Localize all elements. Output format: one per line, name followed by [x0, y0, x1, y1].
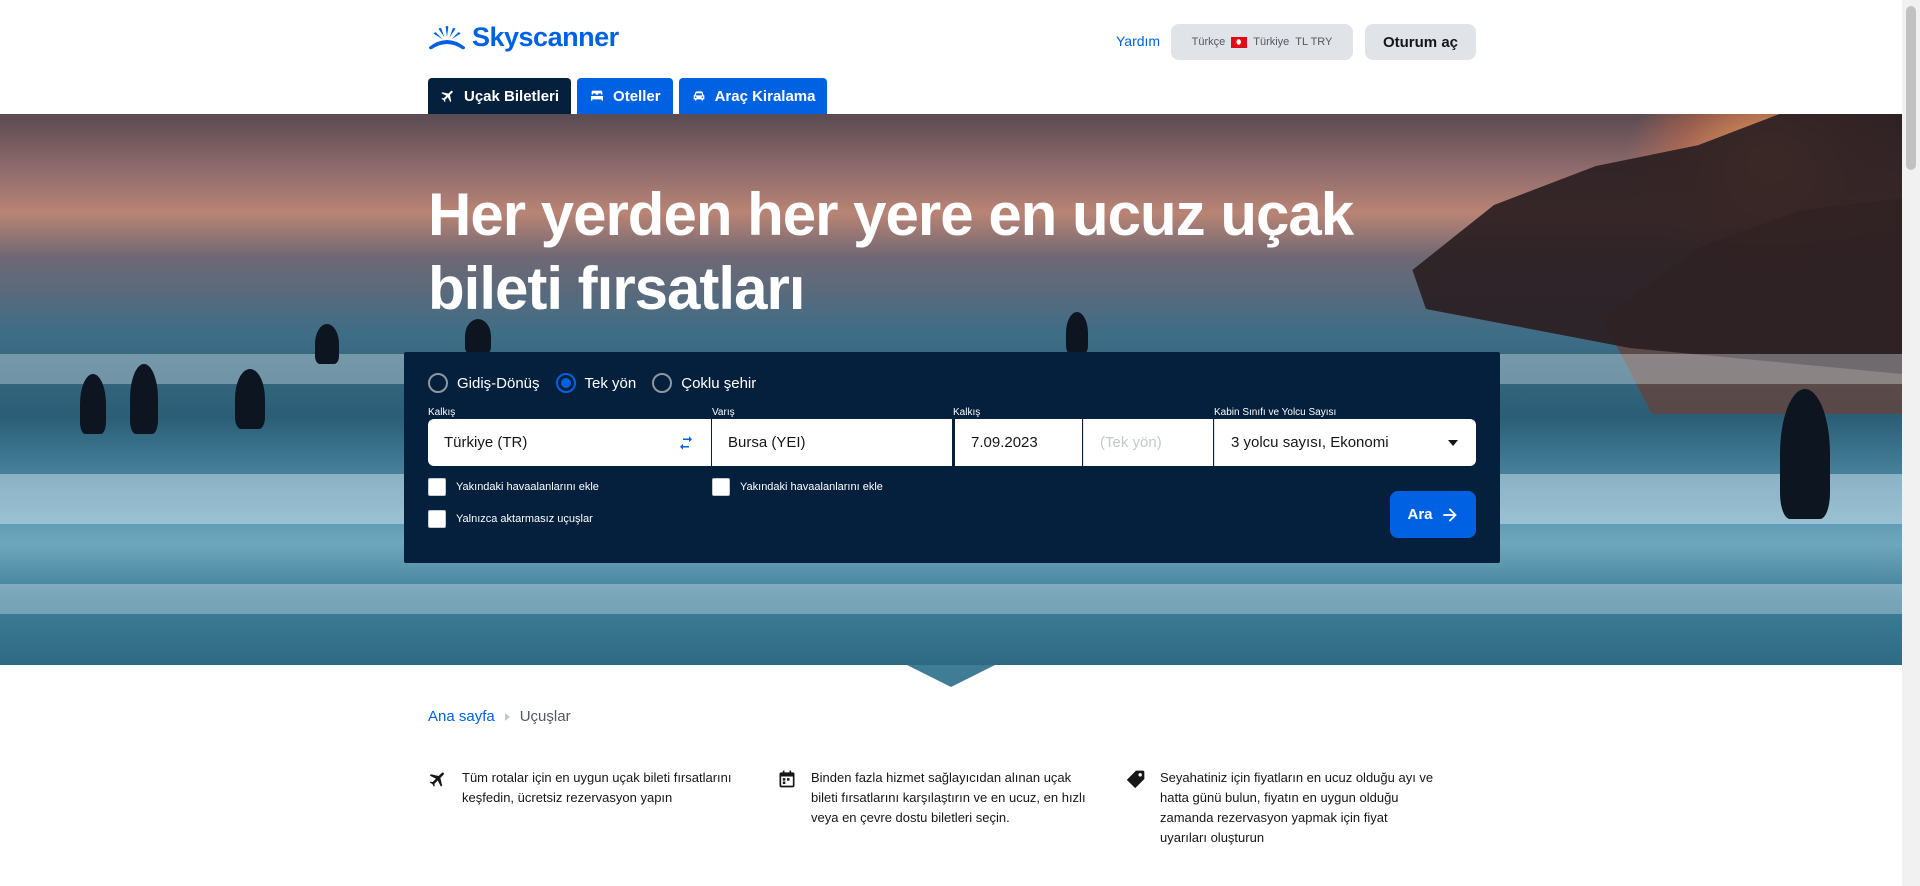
- product-tabs: Uçak Biletleri Oteller Araç Kiralama: [428, 78, 828, 114]
- cabin-value: 3 yolcu sayısı, Ekonomi: [1231, 434, 1389, 451]
- checkbox-label: Yakındaki havaalanlarını ekle: [456, 481, 599, 493]
- chevron-down-icon: [1448, 439, 1458, 446]
- radio-one-way[interactable]: [555, 373, 576, 393]
- radio-label: Çoklu şehir: [681, 374, 757, 392]
- nearby-to-checkbox[interactable]: Yakındaki havaalanlarını ekle: [712, 478, 883, 496]
- cabin-passengers-field[interactable]: 3 yolcu sayısı, Ekonomi: [1214, 419, 1476, 466]
- from-value: Türkiye (TR): [444, 434, 528, 451]
- tab-hotels[interactable]: Oteller: [577, 78, 673, 114]
- breadcrumb: Ana sayfa Uçuşlar: [428, 708, 571, 725]
- sunburst-icon: [429, 25, 465, 49]
- wave-foam: [0, 584, 1902, 614]
- radio-label: Tek yön: [584, 374, 637, 392]
- tab-label: Uçak Biletleri: [464, 87, 560, 105]
- plane-icon: [429, 772, 444, 787]
- bed-icon: [591, 90, 604, 101]
- feature-text: Seyahatiniz için fiyatların en ucuz oldu…: [1160, 770, 1434, 845]
- to-field[interactable]: Bursa (YEI): [712, 419, 952, 466]
- signin-button[interactable]: Oturum aç: [1365, 24, 1476, 60]
- feature-text: Binden fazla hizmet sağlayıcıdan alınan …: [811, 770, 1086, 825]
- country-label: Türkiye: [1253, 36, 1290, 48]
- search-button[interactable]: Ara: [1390, 491, 1476, 538]
- page-scrollbar[interactable]: [1902, 0, 1920, 886]
- to-label: Varış: [712, 407, 735, 418]
- feature-list: Tüm rotalar için en uygun uçak bileti fı…: [428, 768, 1476, 848]
- site-header: Skyscanner Yardım Türkçe Türkiye TL TRY …: [0, 0, 1902, 114]
- hero-title: Her yerden her yere en ucuz uçak bileti …: [428, 181, 1354, 322]
- return-date-field[interactable]: (Tek yön): [1083, 419, 1213, 466]
- depart-date-field[interactable]: 7.09.2023: [953, 419, 1082, 466]
- checkbox[interactable]: [712, 478, 730, 496]
- currency-label: TL TRY: [1295, 36, 1333, 48]
- trip-type-round-trip[interactable]: Gidiş-Dönüş: [428, 373, 540, 393]
- to-value: Bursa (YEI): [728, 434, 806, 451]
- cabin-label: Kabin Sınıfı ve Yolcu Sayısı: [1214, 407, 1337, 418]
- swimmer-silhouette: [1780, 389, 1830, 519]
- feature-item: Seyahatiniz için fiyatların en ucuz oldu…: [1126, 768, 1475, 848]
- scrollbar-thumb[interactable]: [1906, 6, 1916, 170]
- checkbox-label: Yakındaki havaalanlarını ekle: [740, 481, 883, 493]
- flight-search-panel: Gidiş-Dönüş Tek yön Çoklu şehir Kalkış V…: [404, 352, 1500, 563]
- radio-multi-city[interactable]: [652, 373, 673, 393]
- breadcrumb-separator-icon: [504, 712, 510, 721]
- car-icon: [693, 91, 704, 101]
- radio-round-trip[interactable]: [428, 373, 448, 393]
- brand-name: Skyscanner: [472, 22, 619, 52]
- tab-label: Oteller: [613, 87, 661, 105]
- feature-item: Tüm rotalar için en uygun uçak bileti fı…: [428, 768, 777, 848]
- trip-type-group: Gidiş-Dönüş Tek yön Çoklu şehir: [428, 373, 756, 393]
- depart-value: 7.09.2023: [971, 434, 1038, 451]
- breadcrumb-current: Uçuşlar: [519, 708, 571, 725]
- checkbox[interactable]: [428, 478, 446, 496]
- from-field[interactable]: Türkiye (TR): [428, 419, 711, 466]
- feature-text: Tüm rotalar için en uygun uçak bileti fı…: [462, 770, 732, 805]
- direct-only-checkbox[interactable]: Yalnızca aktarmasız uçuşlar: [428, 510, 593, 528]
- radio-label: Gidiş-Dönüş: [457, 374, 540, 392]
- turkey-flag-icon: [1231, 36, 1248, 48]
- swap-icon[interactable]: [677, 434, 695, 452]
- tab-flights[interactable]: Uçak Biletleri: [428, 78, 572, 114]
- price-tag-icon: [1126, 770, 1145, 789]
- trip-type-multi-city[interactable]: Çoklu şehir: [652, 373, 756, 393]
- nearby-from-checkbox[interactable]: Yakındaki havaalanlarını ekle: [428, 478, 599, 496]
- locale-button[interactable]: Türkçe Türkiye TL TRY: [1171, 24, 1353, 60]
- page: Skyscanner Yardım Türkçe Türkiye TL TRY …: [0, 0, 1920, 886]
- from-label: Kalkış: [428, 407, 456, 418]
- calendar-icon: [779, 770, 795, 788]
- swimmer-silhouette: [315, 324, 339, 364]
- breadcrumb-home-link[interactable]: Ana sayfa: [428, 708, 495, 725]
- feature-item: Binden fazla hizmet sağlayıcıdan alınan …: [777, 768, 1126, 848]
- checkbox-label: Yalnızca aktarmasız uçuşlar: [456, 513, 593, 525]
- swimmer-silhouette: [130, 364, 158, 434]
- depart-label: Kalkış: [953, 407, 981, 418]
- swimmer-silhouette: [235, 369, 265, 429]
- swimmer-silhouette: [80, 374, 106, 434]
- language-label: Türkçe: [1191, 36, 1226, 48]
- help-link[interactable]: Yardım: [1116, 33, 1160, 49]
- return-value: (Tek yön): [1100, 434, 1162, 451]
- arrow-right-icon: [1442, 507, 1457, 522]
- hero-notch: [907, 665, 995, 687]
- skyscanner-logo[interactable]: Skyscanner: [428, 22, 619, 53]
- plane-icon: [441, 90, 453, 103]
- checkbox[interactable]: [428, 510, 446, 528]
- tab-label: Araç Kiralama: [714, 87, 816, 105]
- tab-car-hire[interactable]: Araç Kiralama: [678, 78, 828, 114]
- search-button-label: Ara: [1407, 506, 1433, 523]
- trip-type-one-way[interactable]: Tek yön: [555, 373, 637, 393]
